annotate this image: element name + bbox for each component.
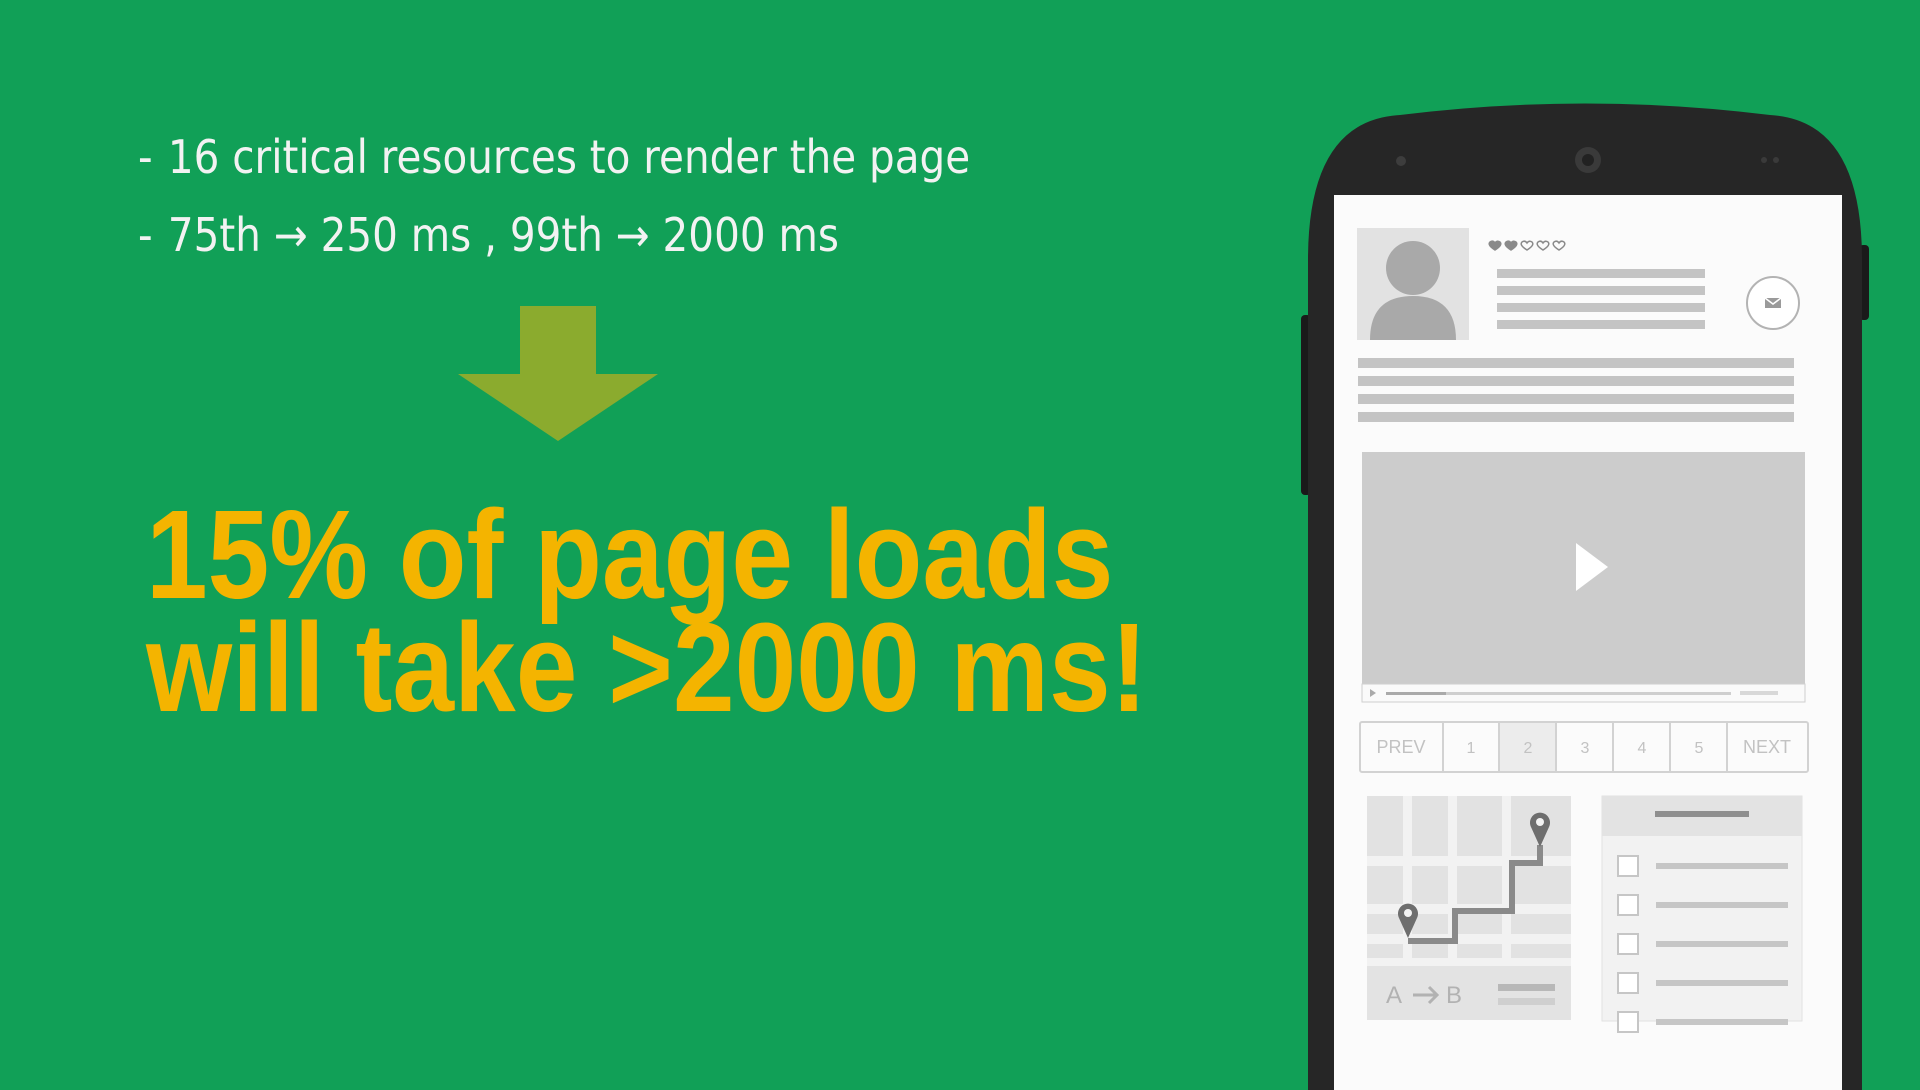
map-widget: A B: [1367, 796, 1571, 1020]
pagination-page-2: 2: [1524, 740, 1533, 757]
bullet-list: -16 critical resources to render the pag…: [138, 118, 970, 274]
bullet-text: 16 critical resources to render the page: [167, 130, 971, 184]
arrow-down-icon: [458, 306, 658, 441]
checklist-widget: [1601, 795, 1803, 1033]
bullet-marker: -: [138, 130, 153, 184]
pagination-prev: PREV: [1376, 737, 1425, 757]
video-player: [1361, 452, 1806, 703]
headline: 15% of page loads will take >2000 ms!: [146, 484, 1148, 738]
phone-speaker: [1396, 156, 1406, 166]
phone-mockup: PREV 1 2 3 4 5 NEXT A B: [1301, 103, 1869, 1090]
bullet-critical-resources: -16 critical resources to render the pag…: [138, 118, 970, 196]
headline-line-1: 15% of page loads: [146, 484, 1114, 625]
route-from-label: A: [1386, 982, 1402, 1009]
pagination-page-3: 3: [1581, 740, 1590, 757]
bullet-percentiles: -75th → 250 ms , 99th → 2000 ms: [138, 196, 970, 274]
bullet-marker: -: [138, 208, 153, 262]
route-to-label: B: [1446, 982, 1462, 1009]
pagination: PREV 1 2 3 4 5 NEXT: [1359, 721, 1809, 773]
avatar-icon: [1357, 228, 1469, 340]
pagination-page-1: 1: [1467, 740, 1476, 757]
headline-line-2: will take >2000 ms!: [146, 597, 1148, 738]
bullet-text: 75th → 250 ms , 99th → 2000 ms: [167, 208, 839, 262]
mail-icon: [1746, 276, 1800, 330]
pagination-page-5: 5: [1695, 740, 1704, 757]
pagination-next: NEXT: [1743, 737, 1791, 757]
pagination-page-4: 4: [1638, 740, 1647, 757]
